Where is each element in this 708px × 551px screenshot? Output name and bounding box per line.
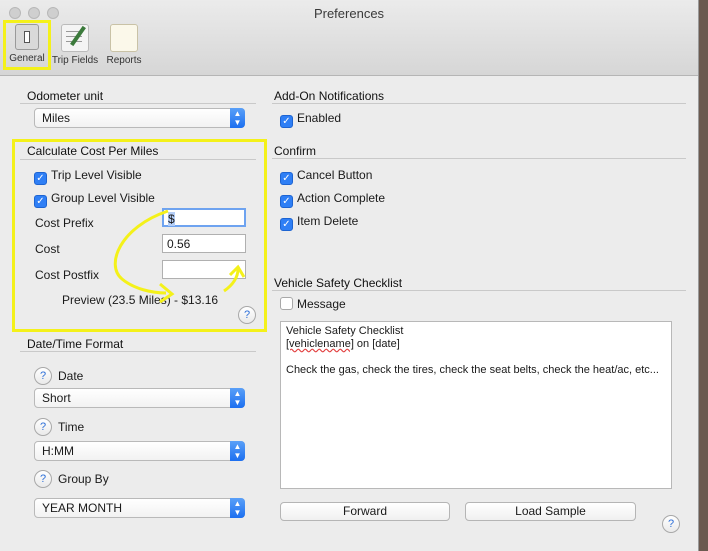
confirm-section-label: Confirm (274, 144, 317, 158)
trip-level-visible-checkbox[interactable]: ✓ Trip Level Visible (34, 168, 142, 185)
toolbar-reports-label: Reports (106, 55, 142, 66)
toolbar-trip-fields[interactable]: Trip Fields (50, 22, 100, 72)
message-line-1: Vehicle Safety Checklist (286, 325, 404, 337)
chevron-updown-icon: ▲ ▼ (230, 108, 245, 128)
checkmark-icon: ✓ (280, 195, 293, 208)
cost-prefix-label: Cost Prefix (35, 216, 94, 230)
confirm-action-complete-label: Action Complete (297, 191, 386, 205)
annotation-arrow-curve (113, 209, 169, 295)
message-line-2: [vehiclename] on [date] (286, 338, 666, 351)
toolbar-general[interactable]: General (3, 20, 51, 70)
addon-enabled-label: Enabled (297, 111, 342, 125)
checkmark-icon: ✓ (34, 172, 47, 185)
question-icon: ? (39, 473, 47, 485)
odometer-unit-select[interactable]: Miles ▲ ▼ (34, 108, 245, 128)
addon-enabled-checkbox[interactable]: ✓ Enabled (280, 111, 342, 128)
forward-button[interactable]: Forward (280, 502, 450, 521)
cost-label: Cost (35, 242, 60, 256)
vehicle-section-label: Vehicle Safety Checklist (274, 276, 403, 290)
report-sheet-icon (110, 24, 138, 52)
question-icon: ? (39, 421, 47, 433)
divider (20, 351, 256, 352)
date-format-select[interactable]: Short ▲ ▼ (34, 388, 245, 408)
confirm-cancel-button-label: Cancel Button (297, 168, 373, 182)
cost-section-label: Calculate Cost Per Miles (27, 144, 159, 158)
odometer-section-label: Odometer unit (27, 89, 104, 103)
chevron-updown-icon: ▲ ▼ (230, 441, 245, 461)
toolbar-reports[interactable]: Reports (96, 22, 152, 72)
checkmark-icon: ✓ (280, 172, 293, 185)
groupby-select[interactable]: YEAR MONTH ▲ ▼ (34, 498, 245, 518)
odometer-unit-value: Miles (42, 111, 71, 125)
vehicle-message-label: Message (297, 297, 346, 311)
vehicle-message-textarea[interactable]: Vehicle Safety Checklist [vehiclename] o… (280, 321, 672, 489)
time-label: Time (58, 420, 85, 434)
groupby-value: YEAR MONTH (42, 501, 123, 515)
annotation-arrows (113, 209, 246, 304)
time-format-select[interactable]: H:MM ▲ ▼ (34, 441, 245, 461)
trip-level-visible-label: Trip Level Visible (51, 168, 142, 182)
checkmark-icon: ✓ (34, 195, 47, 208)
date-format-value: Short (42, 391, 71, 405)
preferences-window: Preferences General Trip Fields Reports … (0, 0, 699, 551)
confirm-item-delete-checkbox[interactable]: ✓ Item Delete (280, 214, 359, 231)
notepad-pen-icon (61, 24, 89, 52)
vehicle-help-button[interactable]: ? (662, 515, 680, 533)
chevron-updown-icon: ▲ ▼ (230, 498, 245, 518)
time-help-button[interactable]: ? (34, 418, 52, 436)
title-bar: Preferences General Trip Fields Reports (0, 0, 698, 76)
message-token: [vehiclename] (286, 338, 354, 350)
message-line-3: Check the gas, check the tires, check th… (286, 364, 659, 376)
date-label: Date (58, 369, 84, 383)
vehicle-message-checkbox[interactable]: Message (280, 297, 346, 313)
cost-postfix-label: Cost Postfix (35, 268, 100, 282)
chevron-updown-icon: ▲ ▼ (230, 388, 245, 408)
addon-section-label: Add-On Notifications (274, 89, 385, 103)
group-level-visible-label: Group Level Visible (51, 191, 155, 205)
date-help-button[interactable]: ? (34, 367, 52, 385)
divider (20, 159, 256, 160)
question-icon: ? (667, 518, 675, 530)
divider (272, 103, 686, 104)
window-title: Preferences (313, 6, 385, 21)
divider (20, 103, 256, 104)
time-format-value: H:MM (42, 444, 74, 458)
checkmark-icon: ✓ (280, 218, 293, 231)
switch-icon (15, 24, 39, 50)
toolbar-general-label: General (9, 53, 45, 64)
confirm-cancel-button-checkbox[interactable]: ✓ Cancel Button (280, 168, 373, 185)
confirm-item-delete-label: Item Delete (297, 214, 359, 228)
load-sample-button[interactable]: Load Sample (465, 502, 636, 521)
toolbar-trip-fields-label: Trip Fields (51, 55, 99, 66)
message-line-2-rest: on [date] (353, 338, 400, 350)
divider (272, 290, 686, 291)
groupby-help-button[interactable]: ? (34, 470, 52, 488)
confirm-action-complete-checkbox[interactable]: ✓ Action Complete (280, 191, 386, 208)
divider (272, 158, 686, 159)
datetime-section-label: Date/Time Format (27, 337, 124, 351)
checkmark-icon: ✓ (280, 115, 293, 128)
checkbox-empty-icon (280, 297, 293, 310)
question-icon: ? (39, 370, 47, 382)
groupby-label: Group By (58, 472, 109, 486)
